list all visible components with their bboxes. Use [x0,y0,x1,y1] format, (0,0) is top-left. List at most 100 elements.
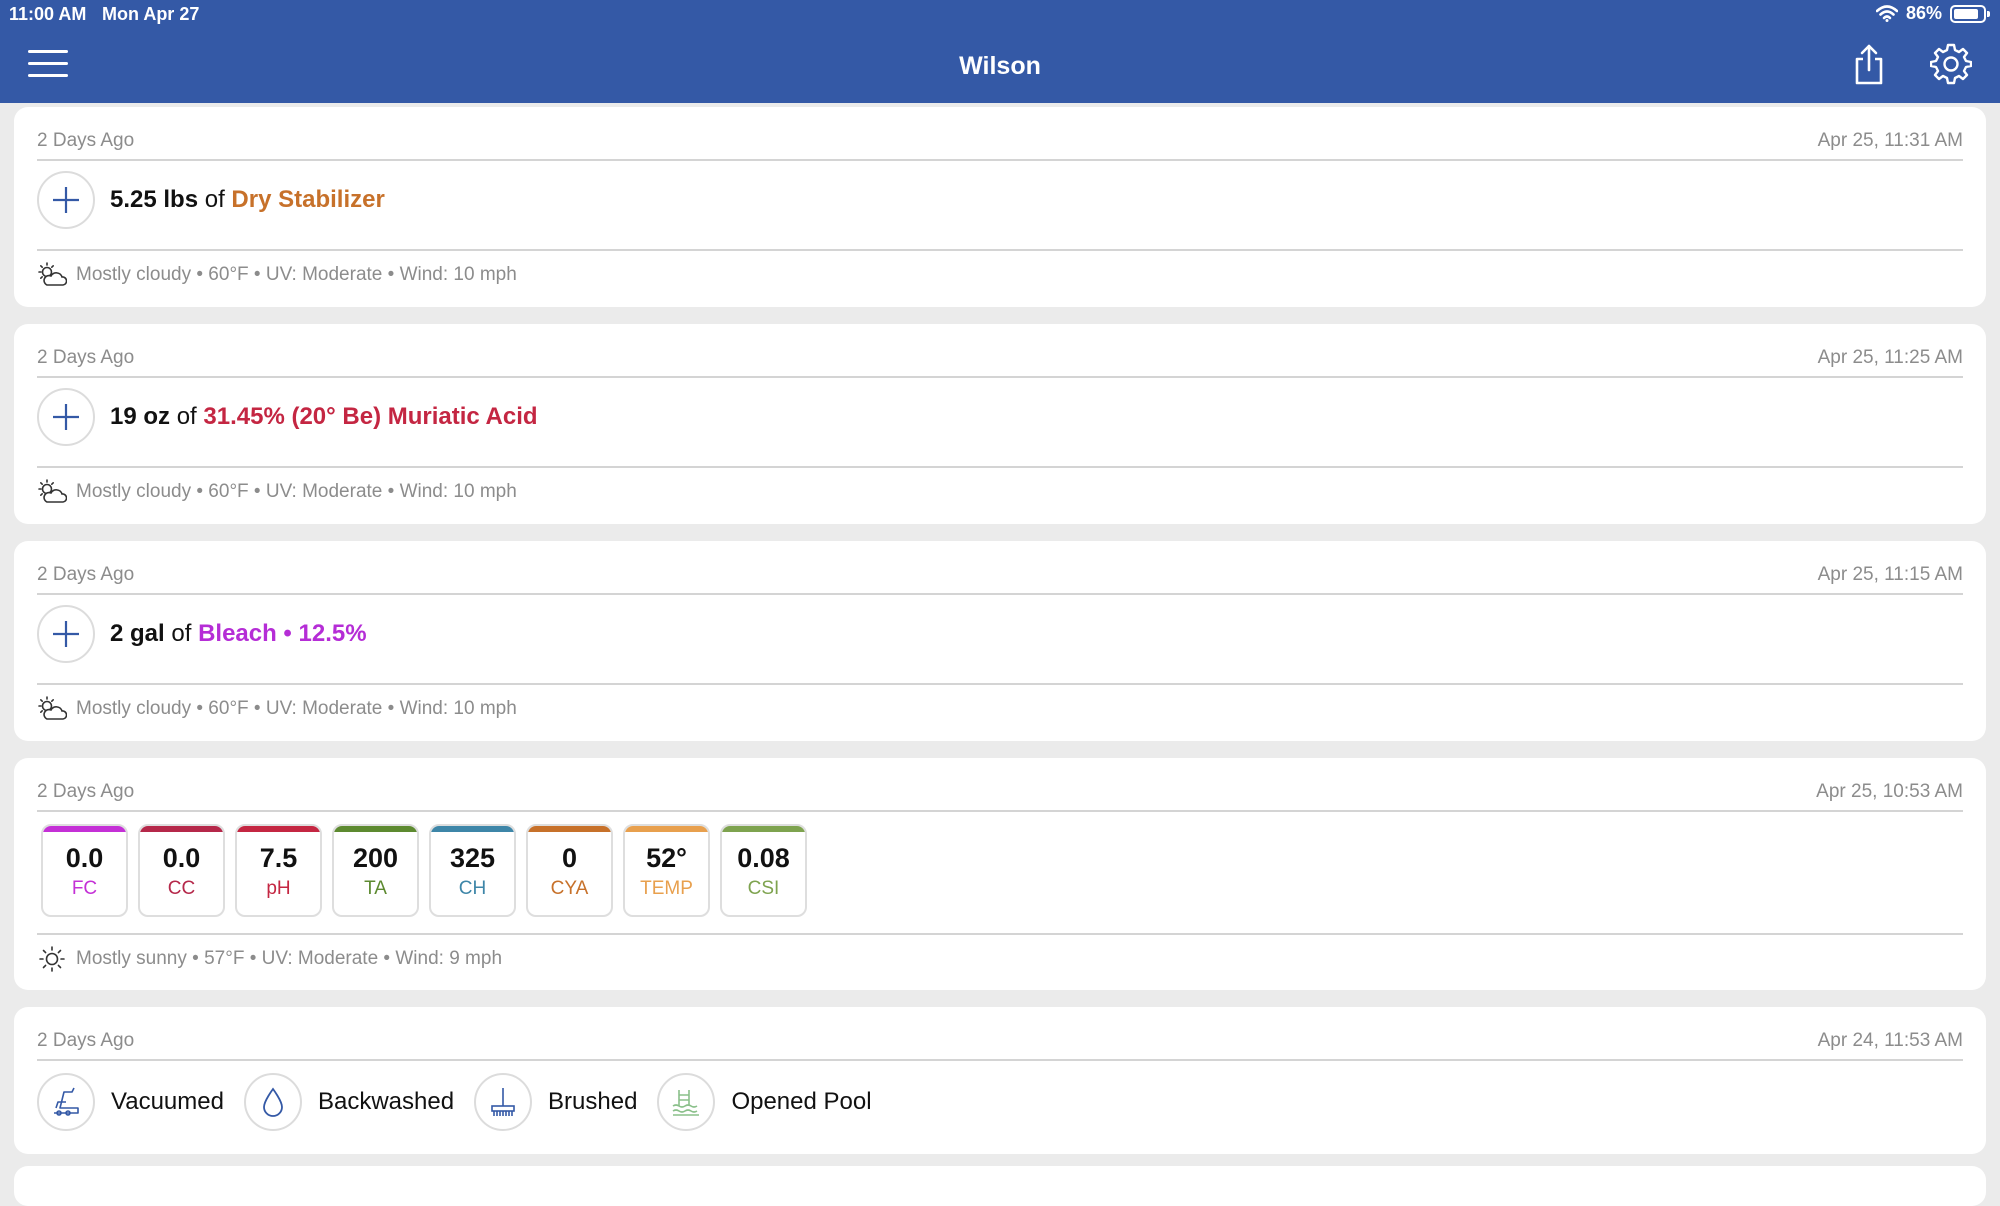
status-right: 86% [1875,3,1990,24]
page-title: Wilson [959,52,1041,80]
wifi-icon [1875,5,1898,22]
add-button[interactable] [37,388,95,446]
timestamp: Apr 25, 10:53 AM [1816,781,1963,802]
log-card-bleach[interactable]: 2 Days Ago Apr 25, 11:15 AM 2 gal of Ble… [14,541,1986,741]
reading-label: TA [364,878,387,899]
reading-value: 52° [646,843,687,873]
maintenance-label: Backwashed [317,1088,455,1115]
reading-label: CC [167,878,196,899]
reading-value: 200 [352,843,399,873]
relative-date: 2 Days Ago [37,347,135,368]
reading-value: 0.08 [737,843,790,873]
chemical-name: Dry Stabilizer [231,186,385,213]
reading-label: TEMP [640,878,693,899]
partly-cloudy-icon [38,696,67,720]
relative-date: 2 Days Ago [37,1030,135,1051]
add-button[interactable] [37,171,95,229]
reading-label: CSI [747,878,780,899]
card-header: 2 Days Ago Apr 25, 11:31 AM [37,119,1963,161]
maintenance-brushed[interactable]: Brushed [474,1073,637,1131]
maintenance-backwashed[interactable]: Backwashed [243,1073,455,1131]
chemical-name: Bleach • 12.5% [198,620,367,647]
reading-label: pH [266,878,291,899]
timestamp: Apr 25, 11:15 AM [1817,564,1963,585]
divider [37,933,1963,935]
chemical-name: 31.45% (20° Be) Muriatic Acid [203,403,538,430]
timestamp: Apr 25, 11:31 AM [1817,130,1963,151]
maintenance-label: Vacuumed [111,1088,224,1115]
maintenance-label: Brushed [548,1088,638,1115]
plus-icon [53,404,79,430]
water-drop-icon [263,1087,283,1117]
entry-text: 5.25 lbs of Dry Stabilizer [110,186,385,214]
card-header: 2 Days Ago Apr 24, 11:53 AM [37,1019,1963,1061]
plus-icon [53,621,79,647]
weather-row: Mostly cloudy • 60°F • UV: Moderate • Wi… [37,479,517,505]
log-card-maintenance[interactable]: 2 Days Ago Apr 24, 11:53 AM Vacuumed Bac… [14,1007,1986,1154]
reading-label: CH [458,878,487,899]
partly-cloudy-icon [38,479,67,503]
relative-date: 2 Days Ago [37,564,135,585]
divider [37,466,1963,468]
reading-value: 0.0 [65,843,104,873]
top-bar: 11:00 AM Mon Apr 27 86% Wilson [0,0,2000,103]
amount: 2 gal [110,620,165,647]
plus-icon [53,187,79,213]
status-time: 11:00 AM [9,4,87,24]
reading-cc[interactable]: 0.0 CC [138,824,225,917]
maintenance-vacuumed[interactable]: Vacuumed [37,1073,224,1131]
weather-text: Mostly cloudy • 60°F • UV: Moderate • Wi… [76,698,517,719]
reading-ph[interactable]: 7.5 pH [235,824,322,917]
maintenance-row: Vacuumed Backwashed Brushed Opened Pool [37,1073,892,1131]
brush-icon [491,1088,515,1116]
card-header: 2 Days Ago Apr 25, 11:25 AM [37,336,1963,378]
reading-value: 325 [449,843,496,873]
status-date: Mon Apr 27 [102,4,200,24]
share-icon[interactable] [1852,43,1886,85]
reading-temp[interactable]: 52° TEMP [623,824,710,917]
gear-icon[interactable] [1930,43,1972,85]
log-card-test-results[interactable]: 2 Days Ago Apr 25, 10:53 AM 0.0 FC 0.0 CC … [14,758,1986,990]
relative-date: 2 Days Ago [37,781,135,802]
weather-row: Mostly cloudy • 60°F • UV: Moderate • Wi… [37,696,517,722]
reading-ta[interactable]: 200 TA [332,824,419,917]
reading-cya[interactable]: 0 CYA [526,824,613,917]
backwash-button[interactable] [243,1073,302,1131]
divider [37,249,1963,251]
reading-csi[interactable]: 0.08 CSI [720,824,807,917]
of-text: of [204,186,225,213]
card-header: 2 Days Ago Apr 25, 10:53 AM [37,770,1963,812]
reading-fc[interactable]: 0.0 FC [41,824,128,917]
log-card-next[interactable] [14,1166,1986,1206]
of-text: of [176,403,197,430]
divider [37,683,1963,685]
card-header: 2 Days Ago Apr 25, 11:15 AM [37,553,1963,595]
reading-value: 7.5 [259,843,298,873]
weather-text: Mostly sunny • 57°F • UV: Moderate • Win… [76,948,503,969]
opened-pool-button[interactable] [657,1073,716,1131]
log-card-muriatic-acid[interactable]: 2 Days Ago Apr 25, 11:25 AM 19 oz of 31.… [14,324,1986,524]
weather-row: Mostly cloudy • 60°F • UV: Moderate • Wi… [37,262,517,288]
battery-percent: 86% [1905,3,1942,23]
entry-text: 2 gal of Bleach • 12.5% [110,620,367,648]
battery-fill [1954,8,1978,19]
add-button[interactable] [37,605,95,663]
sun-icon [39,946,65,972]
entry-text: 19 oz of 31.45% (20° Be) Muriatic Acid [110,403,538,431]
brush-button[interactable] [474,1073,533,1131]
readings-row: 0.0 FC 0.0 CC 7.5 pH 200 TA 325 CH 0 CYA 52° TE… [41,824,807,917]
log-card-dry-stabilizer[interactable]: 2 Days Ago Apr 25, 11:31 AM 5.25 lbs of … [14,107,1986,307]
amount: 5.25 lbs [110,186,199,213]
chemical-entry: 2 gal of Bleach • 12.5% [37,605,1963,663]
reading-ch[interactable]: 325 CH [429,824,516,917]
timestamp: Apr 24, 11:53 AM [1817,1030,1963,1051]
amount: 19 oz [110,403,171,430]
timestamp: Apr 25, 11:25 AM [1817,347,1963,368]
weather-text: Mostly cloudy • 60°F • UV: Moderate • Wi… [76,481,517,502]
reading-value: 0 [561,843,578,873]
maintenance-opened-pool[interactable]: Opened Pool [657,1073,872,1131]
chemical-entry: 5.25 lbs of Dry Stabilizer [37,171,1963,229]
battery-icon [1950,4,1990,23]
chemical-entry: 19 oz of 31.45% (20° Be) Muriatic Acid [37,388,1963,446]
vacuum-button[interactable] [37,1073,95,1131]
